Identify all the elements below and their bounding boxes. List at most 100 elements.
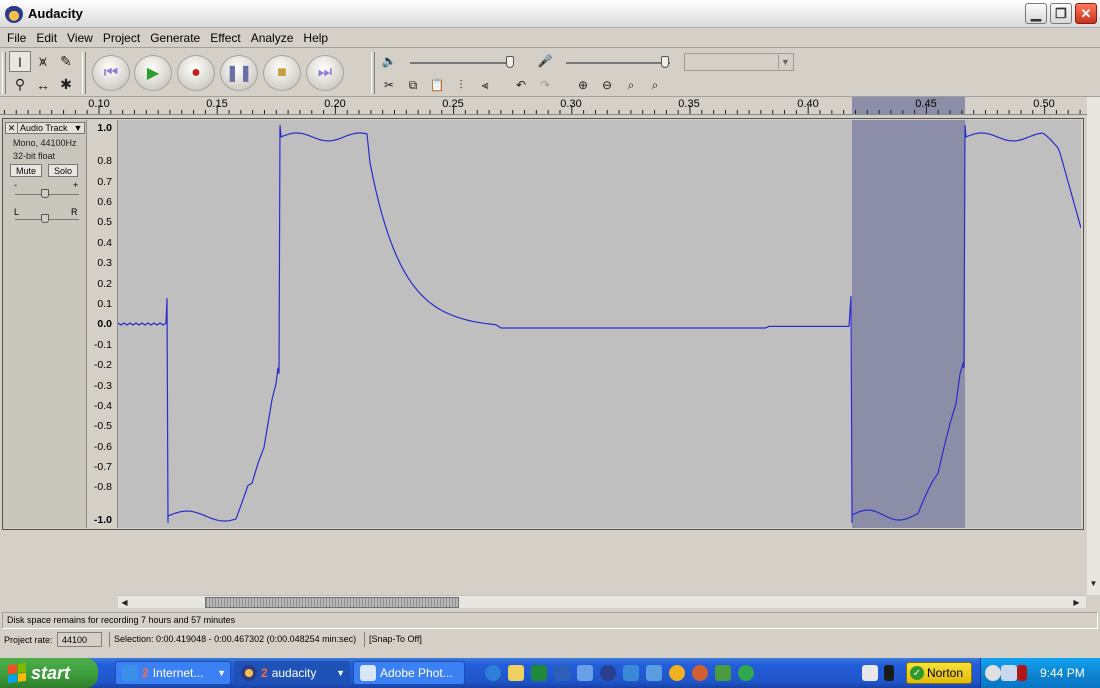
- menu-effect[interactable]: Effect: [205, 31, 245, 45]
- pan-slider-thumb[interactable]: [41, 214, 49, 223]
- audacity-icon: [5, 5, 23, 23]
- timeline-ruler[interactable]: 0.10 0.15 0.20 0.25 0.30 0.35 0.40 0.45 …: [0, 97, 1087, 115]
- undo-icon[interactable]: ↶: [510, 75, 532, 95]
- output-volume-thumb[interactable]: [506, 56, 514, 68]
- timeshift-tool-icon[interactable]: ↔: [32, 74, 54, 95]
- tray-icon[interactable]: [1001, 665, 1017, 681]
- output-volume-slider[interactable]: [410, 62, 514, 64]
- skip-end-button[interactable]: ⏭: [306, 55, 344, 91]
- zoom-out-icon[interactable]: ⊖: [596, 75, 618, 95]
- solo-button[interactable]: Solo: [48, 164, 78, 177]
- language-icon[interactable]: [884, 665, 894, 681]
- redo-icon[interactable]: ↷: [534, 75, 556, 95]
- skip-start-button[interactable]: ⏮: [92, 55, 130, 91]
- media-player-icon[interactable]: [600, 665, 616, 681]
- ruler-label: 0.25: [442, 98, 464, 110]
- ruler-label: 0.30: [560, 98, 582, 110]
- copy-icon[interactable]: ⧉: [402, 75, 424, 95]
- toolbar-grip[interactable]: [371, 52, 375, 94]
- menu-analyze[interactable]: Analyze: [246, 31, 299, 45]
- horizontal-scrollbar[interactable]: ◀ ▶: [118, 595, 1086, 608]
- scroll-right-icon[interactable]: ▶: [1070, 596, 1083, 609]
- app-icon[interactable]: [646, 665, 662, 681]
- horizontal-scroll-thumb[interactable]: [205, 597, 459, 608]
- amplitude-ruler: 1.0 0.8 0.7 0.6 0.5 0.4 0.3 0.2 0.1 0.0 …: [88, 120, 118, 528]
- word-icon[interactable]: [554, 665, 570, 681]
- microphone-icon: 🎤: [537, 54, 553, 68]
- app-icon[interactable]: [692, 665, 708, 681]
- app-icon[interactable]: [715, 665, 731, 681]
- track-title-bar[interactable]: ✕ Audio Track ▼: [5, 122, 85, 134]
- vertical-scrollbar[interactable]: ▼: [1087, 97, 1100, 595]
- tray-icon[interactable]: [1017, 665, 1027, 681]
- task-count: 2: [261, 666, 268, 680]
- waveform-selection: [852, 120, 965, 528]
- snap-status[interactable]: [Snap-To Off]: [364, 632, 426, 647]
- zoom-tool-icon[interactable]: ⚲: [9, 74, 31, 95]
- input-volume-slider[interactable]: [566, 62, 670, 64]
- envelope-tool-icon[interactable]: ⩙: [32, 51, 54, 72]
- input-source-select[interactable]: ▼: [684, 53, 794, 71]
- project-rate-input[interactable]: 44100: [57, 632, 102, 647]
- zoom-in-icon[interactable]: ⊕: [572, 75, 594, 95]
- menu-help[interactable]: Help: [298, 31, 333, 45]
- task-internet[interactable]: 2 Internet... ▼: [115, 661, 231, 685]
- waveform-display[interactable]: [118, 120, 1081, 528]
- scroll-left-icon[interactable]: ◀: [118, 596, 131, 609]
- close-button[interactable]: ✕: [1075, 3, 1097, 24]
- clock: 9:44 PM: [1040, 666, 1085, 680]
- menu-project[interactable]: Project: [98, 31, 145, 45]
- gain-plus-label: +: [73, 180, 79, 190]
- amp-label: 0.1: [97, 298, 112, 310]
- menu-file[interactable]: File: [2, 31, 31, 45]
- silence-icon[interactable]: ⫷: [474, 75, 496, 95]
- fit-project-icon[interactable]: ⌕: [644, 75, 666, 95]
- menu-edit[interactable]: Edit: [31, 31, 62, 45]
- chevron-down-icon[interactable]: ▼: [72, 123, 84, 133]
- stop-button[interactable]: ■: [263, 55, 301, 91]
- excel-icon[interactable]: [531, 665, 547, 681]
- waveform-svg: [118, 120, 1081, 528]
- norton-button[interactable]: ✓ Norton: [906, 662, 972, 684]
- trim-icon[interactable]: ⫶: [450, 75, 472, 95]
- maximize-button[interactable]: ❐: [1050, 3, 1072, 24]
- play-button[interactable]: ▶: [134, 55, 172, 91]
- ruler-label: 0.20: [324, 98, 346, 110]
- minimize-button[interactable]: ▁: [1025, 3, 1047, 24]
- multi-tool-icon[interactable]: ✱: [55, 74, 77, 95]
- help-icon[interactable]: [862, 665, 878, 681]
- app-icon[interactable]: [738, 665, 754, 681]
- start-label: start: [31, 662, 71, 683]
- menu-view[interactable]: View: [62, 31, 98, 45]
- ruler-label: 0.40: [797, 98, 819, 110]
- menu-generate[interactable]: Generate: [145, 31, 205, 45]
- chevron-down-icon[interactable]: ▼: [778, 55, 792, 69]
- tray-icon[interactable]: [985, 665, 1001, 681]
- task-audacity[interactable]: 2 audacity ▼: [234, 661, 350, 685]
- task-photoshop[interactable]: Adobe Phot...: [353, 661, 465, 685]
- mute-button[interactable]: Mute: [10, 164, 42, 177]
- cut-icon[interactable]: ✂: [378, 75, 400, 95]
- task-label: Adobe Phot...: [380, 666, 453, 680]
- track-close-icon[interactable]: ✕: [6, 122, 18, 134]
- fit-selection-icon[interactable]: ⌕: [620, 75, 642, 95]
- paste-icon[interactable]: 📋: [426, 75, 448, 95]
- folder-icon[interactable]: [508, 665, 524, 681]
- toolbar-grip[interactable]: [2, 52, 6, 94]
- gain-slider-thumb[interactable]: [41, 189, 49, 198]
- app-icon[interactable]: [577, 665, 593, 681]
- app-icon[interactable]: [623, 665, 639, 681]
- ie-quicklaunch-icon[interactable]: [485, 665, 501, 681]
- toolbar-grip[interactable]: [82, 52, 86, 94]
- amp-label: 0.3: [97, 257, 112, 269]
- pause-button[interactable]: ❚❚: [220, 55, 258, 91]
- start-button[interactable]: start: [0, 658, 98, 688]
- input-volume-thumb[interactable]: [661, 56, 669, 68]
- app-icon[interactable]: [669, 665, 685, 681]
- menu-bar: File Edit View Project Generate Effect A…: [0, 28, 1100, 48]
- scroll-down-icon[interactable]: ▼: [1087, 577, 1100, 590]
- track-name[interactable]: Audio Track: [18, 123, 72, 133]
- record-button[interactable]: ●: [177, 55, 215, 91]
- selection-tool-icon[interactable]: I: [9, 51, 31, 72]
- draw-tool-icon[interactable]: ✎: [55, 51, 77, 72]
